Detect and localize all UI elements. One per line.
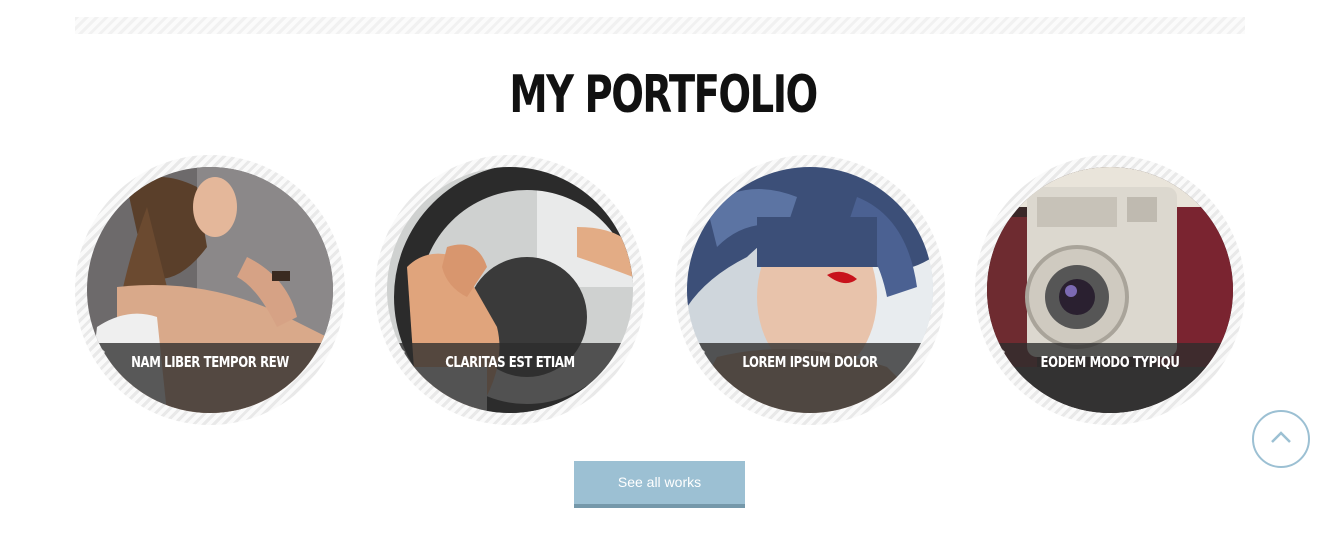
portfolio-image-feathers: LOREM IPSUM DOLOR xyxy=(687,167,933,413)
section-title: MY PORTFOLIO xyxy=(509,65,818,125)
portfolio-item-4[interactable]: EODEM MODO TYPIQU xyxy=(975,155,1245,425)
see-all-works-button[interactable]: See all works xyxy=(574,461,745,508)
portfolio-item-label: LOREM IPSUM DOLOR xyxy=(742,353,878,371)
portfolio-image-camera: EODEM MODO TYPIQU xyxy=(987,167,1233,413)
portfolio-image-steering: CLARITAS EST ETIAM xyxy=(387,167,633,413)
portfolio-item-label: EODEM MODO TYPIQU xyxy=(1040,353,1180,371)
caption-bar: CLARITAS EST ETIAM xyxy=(387,343,633,413)
portfolio-item-1[interactable]: NAM LIBER TEMPOR REW xyxy=(75,155,345,425)
chevron-up-icon xyxy=(1271,431,1291,443)
share-arrow-icon[interactable] xyxy=(687,343,707,363)
portfolio-item-3[interactable]: LOREM IPSUM DOLOR xyxy=(675,155,945,425)
share-arrow-icon[interactable] xyxy=(987,343,1007,363)
portfolio-image-woman: NAM LIBER TEMPOR REW xyxy=(87,167,333,413)
scroll-to-top-button[interactable] xyxy=(1252,410,1310,468)
decorative-stripe xyxy=(75,17,1245,34)
share-arrow-icon[interactable] xyxy=(387,343,407,363)
share-arrow-icon[interactable] xyxy=(87,343,107,363)
caption-bar: NAM LIBER TEMPOR REW xyxy=(87,343,333,413)
caption-bar: LOREM IPSUM DOLOR xyxy=(687,343,933,413)
portfolio-item-label: CLARITAS EST ETIAM xyxy=(445,353,575,371)
portfolio-item-label: NAM LIBER TEMPOR REW xyxy=(131,353,289,371)
caption-bar: EODEM MODO TYPIQU xyxy=(987,343,1233,413)
portfolio-item-2[interactable]: CLARITAS EST ETIAM xyxy=(375,155,645,425)
